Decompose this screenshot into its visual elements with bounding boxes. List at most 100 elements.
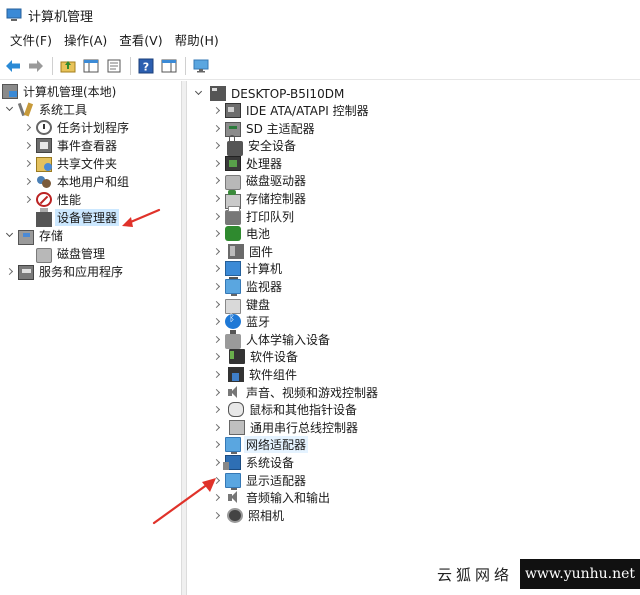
- tree-item-computer-management[interactable]: 计算机管理(本地): [2, 83, 116, 100]
- forward-arrow-icon[interactable]: [25, 55, 47, 77]
- expand-chevron-icon[interactable]: [22, 173, 32, 190]
- computer-icon: [225, 261, 241, 280]
- device-category[interactable]: 安全设备: [211, 134, 297, 156]
- device-category[interactable]: 打印队列: [211, 206, 294, 226]
- device-category[interactable]: 计算机: [211, 260, 282, 280]
- device-category-label: 安全设备: [248, 139, 297, 154]
- collapse-chevron-icon[interactable]: [193, 85, 203, 102]
- menu-file[interactable]: 文件(F): [4, 31, 58, 51]
- device-category[interactable]: 人体学输入设备: [211, 329, 330, 349]
- device-category[interactable]: 照相机: [211, 507, 284, 524]
- menu-action[interactable]: 操作(A): [58, 31, 113, 51]
- expand-chevron-icon[interactable]: [22, 155, 32, 172]
- expand-chevron-icon[interactable]: [22, 119, 32, 136]
- device-category[interactable]: 监视器: [211, 278, 282, 296]
- device-category[interactable]: 鼠标和其他指针设备: [211, 401, 357, 418]
- device-category[interactable]: 蓝牙: [211, 313, 270, 330]
- tree-item-local-users[interactable]: 本地用户和组: [22, 173, 129, 190]
- device-category-label: 声音、视频和游戏控制器: [246, 385, 379, 400]
- display-adapter-icon: [225, 472, 241, 490]
- expand-chevron-icon[interactable]: [211, 331, 221, 348]
- expand-chevron-icon[interactable]: [211, 348, 221, 365]
- device-category[interactable]: 键盘: [211, 296, 270, 314]
- device-category[interactable]: IDE ATA/ATAPI 控制器: [211, 102, 369, 119]
- usb-icon: [229, 419, 245, 435]
- device-category[interactable]: SD 主适配器: [211, 120, 315, 137]
- tree-item-label: 服务和应用程序: [39, 265, 124, 279]
- expand-chevron-icon[interactable]: [211, 419, 221, 436]
- expand-chevron-icon[interactable]: [211, 296, 221, 313]
- tree-item-disk-management[interactable]: 磁盘管理: [36, 245, 105, 263]
- expand-chevron-icon[interactable]: [211, 137, 221, 154]
- expand-chevron-icon[interactable]: [211, 208, 221, 225]
- expand-chevron-icon[interactable]: [211, 102, 221, 119]
- tree-item-storage[interactable]: 存储: [4, 227, 63, 245]
- expand-chevron-icon[interactable]: [4, 263, 14, 280]
- expand-chevron-icon[interactable]: [211, 507, 221, 524]
- expand-chevron-icon[interactable]: [211, 401, 221, 418]
- expand-chevron-icon[interactable]: [211, 454, 221, 471]
- event-viewer-icon: [36, 138, 52, 153]
- device-category[interactable]: 存储控制器: [211, 189, 306, 209]
- device-category-label: 照相机: [248, 508, 285, 523]
- device-category[interactable]: 网络适配器: [211, 436, 309, 455]
- device-category[interactable]: 电池: [211, 225, 270, 242]
- menu-view[interactable]: 查看(V): [113, 31, 168, 51]
- ide-controller-icon: [225, 103, 241, 118]
- expand-chevron-icon[interactable]: [211, 366, 221, 383]
- tree-item-services-apps[interactable]: 服务和应用程序: [4, 263, 123, 280]
- device-category[interactable]: 软件组件: [211, 366, 297, 383]
- device-category[interactable]: 固件: [211, 243, 273, 260]
- device-tree-root[interactable]: DESKTOP-B5I10DM: [193, 85, 344, 102]
- device-category[interactable]: 系统设备: [211, 454, 294, 471]
- tree-item-event-viewer[interactable]: 事件查看器: [22, 137, 117, 154]
- collapse-chevron-icon[interactable]: [4, 227, 14, 244]
- toolbar-separator: [185, 56, 186, 75]
- device-category[interactable]: 声音、视频和游戏控制器: [211, 384, 378, 401]
- device-category-label: 系统设备: [246, 456, 295, 470]
- up-folder-icon[interactable]: [57, 55, 79, 77]
- expand-chevron-icon[interactable]: [22, 191, 32, 208]
- monitor-icon[interactable]: [190, 55, 212, 77]
- expand-chevron-icon[interactable]: [211, 472, 221, 489]
- tree-item-shared-folders[interactable]: 共享文件夹: [22, 155, 117, 172]
- back-arrow-icon[interactable]: [2, 55, 24, 77]
- menu-help[interactable]: 帮助(H): [169, 31, 225, 51]
- tree-item-performance[interactable]: 性能: [22, 191, 81, 208]
- system-device-icon: [223, 455, 241, 470]
- properties-icon[interactable]: [103, 55, 125, 77]
- expand-chevron-icon[interactable]: [211, 172, 221, 189]
- device-category[interactable]: 显示适配器: [211, 472, 306, 490]
- navigation-tree: 计算机管理(本地) 系统工具 任务计划程序 事件查看器 共享文件夹 本地用户和组…: [0, 81, 181, 595]
- expand-chevron-icon[interactable]: [211, 278, 221, 295]
- tree-item-task-scheduler[interactable]: 任务计划程序: [22, 119, 129, 136]
- expand-chevron-icon[interactable]: [211, 489, 221, 506]
- processor-icon: [225, 155, 241, 171]
- device-category[interactable]: 音频输入和输出: [211, 489, 330, 506]
- expand-chevron-icon[interactable]: [211, 155, 221, 172]
- device-category[interactable]: 软件设备: [211, 348, 298, 365]
- services-apps-icon: [18, 265, 34, 280]
- show-hide-tree-icon[interactable]: [80, 55, 102, 77]
- toolbar-separator: [130, 56, 131, 75]
- tree-item-system-tools[interactable]: 系统工具: [4, 101, 87, 118]
- expand-chevron-icon[interactable]: [211, 243, 221, 260]
- device-category[interactable]: 通用串行总线控制器: [211, 419, 358, 436]
- expand-chevron-icon[interactable]: [211, 436, 221, 453]
- expand-chevron-icon[interactable]: [211, 225, 221, 242]
- help-icon[interactable]: ?: [135, 55, 157, 77]
- device-category[interactable]: 磁盘驱动器: [211, 172, 306, 190]
- expand-chevron-icon[interactable]: [211, 260, 221, 277]
- battery-icon: [225, 226, 241, 242]
- expand-chevron-icon[interactable]: [211, 190, 221, 207]
- expand-chevron-icon[interactable]: [211, 384, 221, 401]
- action-pane-icon[interactable]: [158, 55, 180, 77]
- device-category[interactable]: 处理器: [211, 155, 282, 172]
- tree-item-device-manager[interactable]: 设备管理器: [36, 207, 120, 227]
- device-category-label: 固件: [249, 244, 274, 259]
- expand-chevron-icon[interactable]: [22, 137, 32, 154]
- expand-chevron-icon[interactable]: [211, 313, 221, 330]
- collapse-chevron-icon[interactable]: [4, 101, 14, 118]
- expand-chevron-icon[interactable]: [211, 120, 221, 137]
- device-category-label: 处理器: [246, 156, 283, 171]
